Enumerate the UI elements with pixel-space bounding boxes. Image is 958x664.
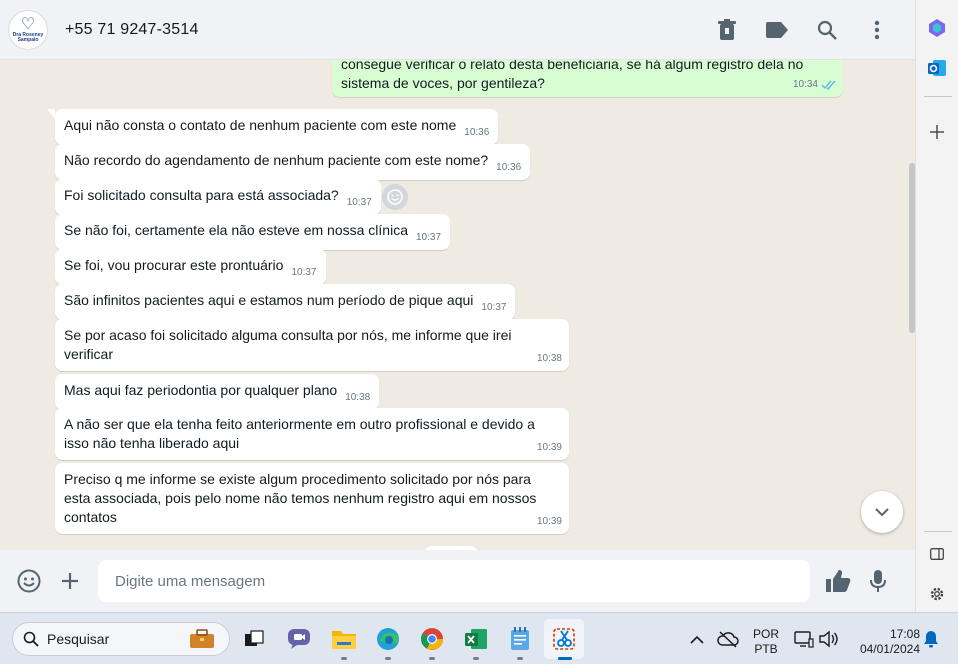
message-text: Se por acaso foi solicitado alguma consu… xyxy=(64,327,512,362)
running-indicator xyxy=(473,657,479,660)
incoming-message[interactable]: Não recordo do agendamento de nenhum pac… xyxy=(55,144,531,180)
outgoing-message[interactable]: consegue verificar o relato desta benefi… xyxy=(332,60,843,97)
browser-side-panel xyxy=(915,0,958,612)
search-label: Pesquisar xyxy=(47,631,110,647)
message-text: Mas aqui faz periodontia por qualquer pl… xyxy=(64,382,338,398)
incoming-message[interactable]: Se por acaso foi solicitado alguma consu… xyxy=(55,319,569,371)
running-indicator xyxy=(341,657,347,660)
message-time: 10:37 xyxy=(291,267,317,278)
language-line2: PTB xyxy=(754,642,778,656)
clock-time: 17:08 xyxy=(889,627,920,641)
incoming-message[interactable]: Preciso q me informe se existe algum pro… xyxy=(55,463,569,534)
active-indicator xyxy=(558,657,572,660)
message-time: 10:39 xyxy=(536,516,562,527)
chevron-up-icon[interactable] xyxy=(683,625,711,653)
scroll-down-button[interactable] xyxy=(861,491,903,533)
briefcase-icon xyxy=(190,629,214,648)
message-time: 10:34 xyxy=(792,79,818,90)
chat-area[interactable]: consegue verificar o relato desta benefi… xyxy=(0,60,915,550)
chevron-down-icon xyxy=(875,507,889,516)
incoming-message[interactable]: A não ser que ela tenha feito anteriorme… xyxy=(55,408,569,460)
file-explorer-icon[interactable] xyxy=(330,625,358,653)
incoming-message[interactable]: Foi solicitado consulta para está associ… xyxy=(55,179,381,215)
composer xyxy=(0,550,915,612)
sidebar-icon[interactable] xyxy=(925,542,949,566)
message-text: Aqui não consta o contato de nenhum paci… xyxy=(64,117,457,133)
add-icon[interactable] xyxy=(925,120,949,144)
more-vertical-icon[interactable] xyxy=(863,16,891,44)
cloud-offline-icon[interactable] xyxy=(714,625,742,653)
incoming-message[interactable]: Mas aqui faz periodontia por qualquer pl… xyxy=(55,374,380,410)
trash-icon[interactable] xyxy=(713,16,741,44)
incoming-message[interactable]: São infinitos pacientes aqui e estamos n… xyxy=(55,284,516,320)
language-indicator[interactable]: POR PTB xyxy=(748,627,784,657)
message-time: 10:37 xyxy=(415,232,442,243)
outgoing-line1: consegue verificar o relato desta benefi… xyxy=(341,60,804,72)
plus-icon[interactable] xyxy=(54,565,86,597)
emoji-icon xyxy=(387,189,403,205)
copilot-icon[interactable] xyxy=(925,16,949,40)
message-text: Não recordo do agendamento de nenhum pac… xyxy=(64,152,489,168)
message-time: 10:36 xyxy=(496,162,522,173)
read-ticks-icon xyxy=(821,80,836,90)
message-text: A não ser que ela tenha feito anteriorme… xyxy=(64,416,535,451)
react-emoji-button[interactable] xyxy=(382,184,408,210)
running-indicator xyxy=(385,657,391,660)
outlook-icon[interactable] xyxy=(925,56,949,80)
chat-header: ♡ Dra Roseney Sampaio +55 71 9247-3514 xyxy=(0,0,915,60)
incoming-message[interactable]: Se foi, vou procurar este prontuário 10:3… xyxy=(55,249,326,285)
message-text: Se não foi, certamente ela não esteve em… xyxy=(64,222,408,238)
search-icon[interactable] xyxy=(813,16,841,44)
teams-chat-icon[interactable] xyxy=(285,625,313,653)
snipping-tool-icon[interactable] xyxy=(550,625,578,653)
language-line1: POR xyxy=(752,627,779,641)
taskbar-search[interactable]: Pesquisar xyxy=(12,622,230,656)
notepad-icon[interactable] xyxy=(506,625,534,653)
search-icon xyxy=(23,631,39,647)
incoming-message[interactable]: Aqui não consta o contato de nenhum paci… xyxy=(46,109,499,145)
label-icon[interactable] xyxy=(763,16,791,44)
outgoing-line2: sistema de voces, por gentileza? xyxy=(341,75,545,91)
thumbs-up-icon[interactable] xyxy=(822,565,854,597)
running-indicator xyxy=(429,657,435,660)
running-indicator xyxy=(517,657,523,660)
settings-icon[interactable] xyxy=(925,582,949,606)
contact-name[interactable]: +55 71 9247-3514 xyxy=(65,21,199,39)
clock-date: 04/01/2024 xyxy=(859,642,920,656)
message-time: 10:38 xyxy=(536,353,562,364)
message-time: 10:37 xyxy=(346,197,372,208)
contact-avatar[interactable]: ♡ Dra Roseney Sampaio xyxy=(8,9,48,50)
edge-icon[interactable] xyxy=(374,625,402,653)
message-time: 10:38 xyxy=(345,392,371,403)
windows-taskbar: Pesquisar POR PTB 17:08 04/01/2024 xyxy=(0,612,958,664)
divider xyxy=(924,531,952,532)
task-view-icon[interactable] xyxy=(240,625,268,653)
clock[interactable]: 17:08 04/01/2024 xyxy=(848,627,920,657)
mic-icon[interactable] xyxy=(862,565,894,597)
logo-heart-icon: ♡ xyxy=(20,15,36,33)
message-text: São infinitos pacientes aqui e estamos n… xyxy=(64,292,474,308)
incoming-message[interactable]: Se não foi, certamente ela não esteve em… xyxy=(55,214,451,250)
message-time: 10:37 xyxy=(481,302,507,313)
avatar-name-line2: Sampaio xyxy=(17,36,39,43)
message-text: Foi solicitado consulta para está associ… xyxy=(64,187,339,203)
message-text: Se foi, vou procurar este prontuário xyxy=(64,257,284,273)
divider xyxy=(924,96,952,97)
excel-icon[interactable] xyxy=(462,625,490,653)
message-input[interactable] xyxy=(98,560,810,602)
message-time: 10:36 xyxy=(464,127,490,138)
volume-icon[interactable] xyxy=(814,625,842,653)
message-text: Preciso q me informe se existe algum pro… xyxy=(64,471,537,525)
emoji-icon[interactable] xyxy=(13,565,45,597)
message-time: 10:39 xyxy=(536,442,562,453)
notification-bell-icon[interactable] xyxy=(917,625,945,653)
chrome-icon[interactable] xyxy=(418,625,446,653)
